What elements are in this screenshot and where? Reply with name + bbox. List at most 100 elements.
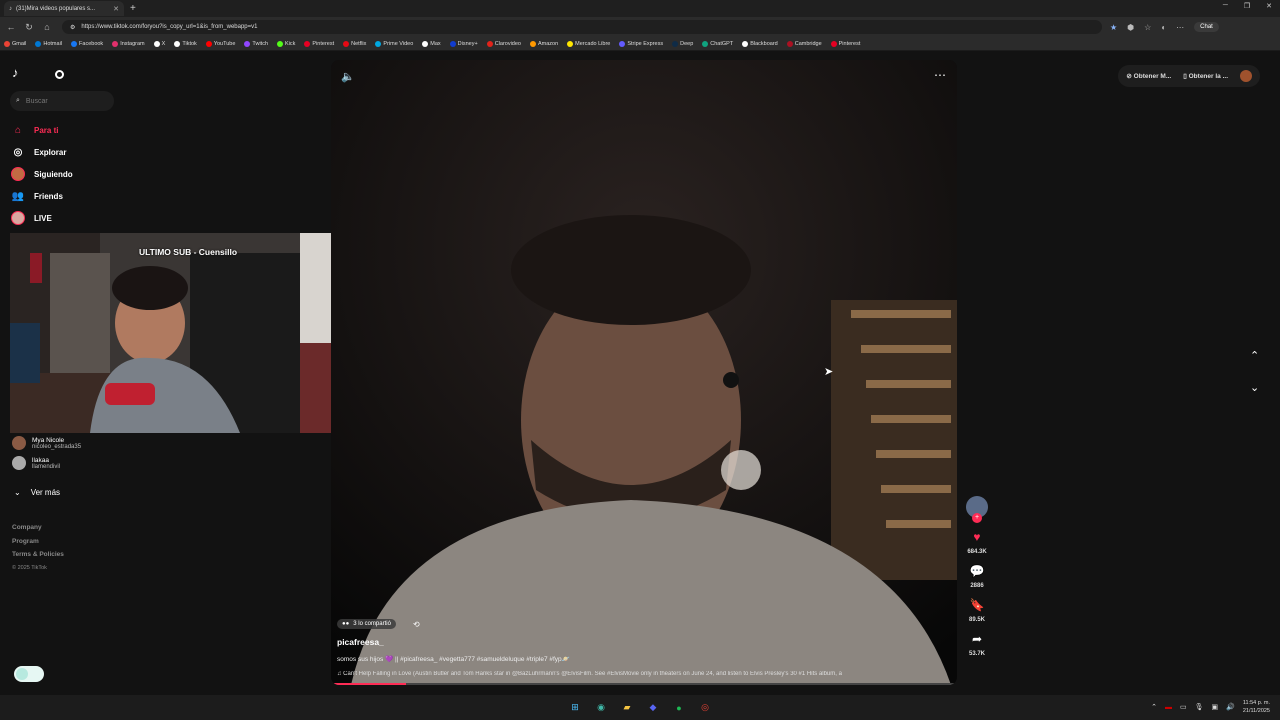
footer-company-link[interactable]: Company	[12, 521, 64, 535]
bookmark-item[interactable]: Pinterest	[830, 40, 860, 47]
repost-icon[interactable]: ⟲	[413, 620, 420, 629]
shared-by-pill[interactable]: ●● 3 lo compartió	[337, 619, 396, 629]
bookmark-item[interactable]: Stripe Express	[619, 40, 664, 47]
minimize-icon[interactable]: ─	[1223, 2, 1228, 10]
compass-icon: ◎	[13, 146, 23, 158]
following-account[interactable]: llakaa llamendivil	[12, 456, 81, 470]
restore-icon[interactable]: ❐	[1244, 2, 1250, 10]
bookmark-item[interactable]: ChatGPT	[702, 40, 733, 47]
spotify-icon[interactable]: ●	[672, 701, 686, 715]
like-button[interactable]: ♥ 684.3K	[967, 530, 986, 555]
bookmark-item[interactable]: Prime Video	[375, 40, 413, 47]
extensions-icon[interactable]: ⬢	[1127, 23, 1134, 32]
address-bar[interactable]: ⚙ https://www.tiktok.com/foryou?is_copy_…	[62, 20, 1102, 34]
network-icon[interactable]: ▣	[1212, 703, 1219, 711]
copilot-chat-button[interactable]: Chat	[1194, 22, 1219, 32]
edge-icon[interactable]: ◉	[594, 701, 608, 715]
bookmark-item[interactable]: Twitch	[244, 40, 268, 47]
close-tab-icon[interactable]: ✕	[113, 5, 119, 13]
music-info[interactable]: ♫ Can't Help Falling in Love (Austin But…	[337, 671, 949, 677]
bookmark-item[interactable]: Gmail	[4, 40, 26, 47]
bookmark-favicon-icon	[343, 40, 350, 47]
bookmarks-bar: Gmail Hotmail Facebook Instagram X Tiktok YouT…	[0, 37, 1280, 51]
bookmark-item[interactable]: Instagram	[112, 40, 145, 47]
bookmark-item[interactable]: Clarovideo	[486, 40, 521, 47]
footer-program-link[interactable]: Program	[12, 535, 64, 549]
bookmark-item[interactable]: X	[153, 40, 165, 47]
browser-tab[interactable]: ♪ (31)Mira videos populares s... ✕	[4, 1, 124, 16]
bookmark-item[interactable]: Kick	[277, 40, 295, 47]
save-count: 89.5K	[968, 617, 985, 623]
bookmark-label: Stripe Express	[627, 40, 664, 47]
tiktok-logo-icon[interactable]: ♪	[12, 65, 28, 81]
bookmark-item[interactable]: Netflix	[343, 40, 366, 47]
bookmark-item[interactable]: Max	[422, 40, 441, 47]
mic-icon[interactable]: 🎙	[1195, 703, 1204, 711]
bookmark-item[interactable]: Deep	[672, 40, 693, 47]
bookmark-favicon-icon	[619, 40, 626, 47]
share-button[interactable]: ➦ 53.7K	[969, 632, 985, 657]
chrome-icon[interactable]: ◎	[698, 701, 712, 715]
get-coins-button[interactable]: ⊘ Obtener M...	[1126, 72, 1171, 80]
video-progress-bar[interactable]	[331, 683, 957, 685]
bookmark-item[interactable]: Facebook	[71, 40, 103, 47]
video-actions: + ♥ 684.3K 💬 2886 🔖 89.5K ➦ 53.7K	[962, 496, 992, 666]
new-tab-icon[interactable]: +	[130, 3, 136, 14]
get-app-button[interactable]: ▯ Obtener la ...	[1183, 72, 1228, 80]
site-info-icon[interactable]: ⚙	[70, 24, 75, 31]
account-name: Mya Nicole	[32, 436, 65, 444]
file-explorer-icon[interactable]: ▰	[620, 701, 634, 715]
speaker-icon[interactable]: 🔊	[1226, 703, 1235, 711]
bookmark-item[interactable]: Cambridge	[786, 40, 822, 47]
device-icon[interactable]: ▭	[1180, 703, 1187, 711]
bookmark-item[interactable]: Hotmail	[35, 40, 62, 47]
nav-para-ti[interactable]: ⌂ Para ti	[10, 119, 320, 141]
bookmark-item[interactable]: Tiktok	[174, 40, 197, 47]
music-title: Can't Help Falling in Love (Austin Butle…	[343, 671, 842, 677]
more-options-icon[interactable]: ⋯	[934, 68, 947, 82]
ver-mas-button[interactable]: ⌄ Ver más	[14, 488, 60, 497]
volume-icon[interactable]: 🔈	[341, 70, 355, 83]
windows-start-icon[interactable]: ⊞	[568, 701, 582, 715]
following-account[interactable]: Mya Nicole nicoleo_estrada35	[12, 436, 81, 450]
save-button[interactable]: 🔖 89.5K	[969, 598, 985, 623]
discord-icon[interactable]: ◆	[646, 701, 660, 715]
menu-dots-icon[interactable]: ⋯	[1176, 23, 1184, 32]
clock[interactable]: 11:54 p. m. 21/11/2025	[1243, 699, 1270, 715]
search-input[interactable]: ⌕ Buscar	[10, 91, 114, 111]
previous-video-chevron-up-icon[interactable]: ⌃	[1250, 349, 1259, 362]
creator-avatar[interactable]: +	[966, 496, 988, 523]
overlay-title: ULTIMO SUB - Cuensillo	[138, 247, 238, 257]
nav-siguiendo[interactable]: Siguiendo	[10, 163, 320, 185]
close-window-icon[interactable]: ✕	[1266, 2, 1272, 10]
language-flag-icon[interactable]: ▬	[1165, 704, 1172, 711]
video-player[interactable]: 🔈 ⋯ ●● 3 lo compartió ⟲ picafreesa_ somo…	[331, 60, 957, 685]
nav-live[interactable]: LIVE	[10, 207, 320, 229]
bookmark-item[interactable]: Mercado Libre	[567, 40, 610, 47]
video-author[interactable]: picafreesa_	[337, 637, 384, 647]
favorites-icon[interactable]: ☆	[1144, 23, 1151, 32]
follow-plus-icon[interactable]: +	[972, 513, 982, 523]
bookmark-star-icon[interactable]: ★	[1110, 23, 1117, 32]
theme-toggle[interactable]	[14, 666, 44, 682]
bookmark-item[interactable]: Disney+	[449, 40, 478, 47]
reload-icon[interactable]: ↻	[22, 22, 36, 33]
bookmark-item[interactable]: YouTube	[205, 40, 235, 47]
notification-ring-icon[interactable]	[55, 70, 64, 79]
bookmark-item[interactable]: Pinterest	[304, 40, 334, 47]
home-browser-icon[interactable]: ⌂	[40, 22, 54, 32]
nav-friends[interactable]: 👥 Friends	[10, 185, 320, 207]
next-video-chevron-down-icon[interactable]: ⌄	[1250, 381, 1259, 394]
nav-explorar[interactable]: ◎ Explorar	[10, 141, 320, 163]
footer-terms-link[interactable]: Terms & Policies	[12, 548, 64, 562]
search-placeholder: Buscar	[25, 97, 48, 105]
profile-icon[interactable]: ◐	[1161, 23, 1166, 32]
bookmark-favicon-icon	[742, 40, 749, 47]
bookmark-item[interactable]: Blackboard	[742, 40, 778, 47]
tray-chevron-up-icon[interactable]: ⌃	[1151, 703, 1157, 711]
back-icon[interactable]: ←	[4, 22, 18, 32]
bookmark-item[interactable]: Amazon	[529, 40, 558, 47]
user-avatar[interactable]	[1240, 70, 1252, 82]
comment-button[interactable]: 💬 2886	[970, 564, 985, 589]
bookmark-label: Blackboard	[750, 40, 778, 47]
